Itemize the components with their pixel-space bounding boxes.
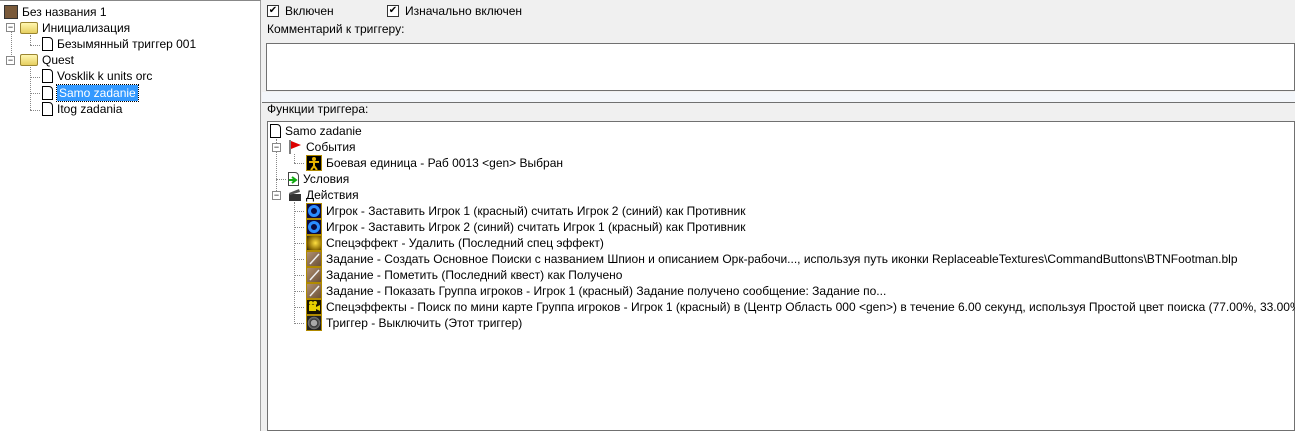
trigger-label: Itog zadania (57, 102, 123, 116)
conditions-label: Условия (303, 172, 350, 186)
unit-icon (306, 155, 322, 171)
enabled-label: Включен (285, 4, 334, 18)
folder-label: Quest (42, 53, 75, 67)
map-icon (4, 5, 18, 19)
event-item[interactable]: Боевая единица - Раб 0013 <gen> Выбран (306, 155, 563, 171)
quest-quill-icon (306, 267, 322, 283)
document-icon (42, 102, 53, 116)
actions-node[interactable]: Действия (288, 187, 359, 203)
gear-icon (306, 315, 322, 331)
folder-init[interactable]: Инициализация (20, 20, 130, 36)
action-item[interactable]: Игрок - Заставить Игрок 2 (синий) считат… (306, 219, 746, 235)
trigger-label: Samo zadanie (56, 84, 139, 102)
trigger-name: Samo zadanie (285, 124, 362, 138)
document-icon (42, 37, 53, 51)
action-item[interactable]: Спецэффекты - Поиск по мини карте Группа… (306, 299, 1295, 315)
action-item[interactable]: Спецэффект - Удалить (Последний спец эфф… (306, 235, 604, 251)
action-text: Спецэффект - Удалить (Последний спец эфф… (326, 236, 604, 250)
trigger-label: Vosklik k units orc (57, 69, 153, 83)
collapse-icon[interactable]: − (272, 191, 281, 200)
action-text: Игрок - Заставить Игрок 2 (синий) считат… (326, 220, 746, 234)
folder-icon (20, 54, 38, 66)
action-text: Спецэффекты - Поиск по мини карте Группа… (326, 300, 1295, 314)
player-icon (306, 219, 322, 235)
action-text: Триггер - Выключить (Этот триггер) (326, 316, 523, 330)
special-effect-icon (306, 235, 322, 251)
tree-root[interactable]: Без названия 1 (4, 4, 107, 20)
document-icon (42, 69, 53, 83)
action-item[interactable]: Задание - Создать Основное Поиски с назв… (306, 251, 1238, 267)
trigger-item[interactable]: Vosklik k units orc (42, 68, 152, 84)
condition-arrow-icon (288, 172, 299, 186)
conditions-node[interactable]: Условия (288, 171, 349, 187)
collapse-icon[interactable]: − (272, 143, 281, 152)
action-item[interactable]: Триггер - Выключить (Этот триггер) (306, 315, 522, 331)
functions-label: Функции триггера: (267, 102, 369, 116)
collapse-icon[interactable]: − (6, 56, 15, 65)
collapse-icon[interactable]: − (6, 23, 15, 32)
quest-quill-icon (306, 283, 322, 299)
trigger-label: Безымянный триггер 001 (57, 37, 197, 51)
checkmark-icon: ✔ (267, 5, 279, 17)
document-icon (42, 86, 53, 100)
initially-on-checkbox[interactable]: ✔ Изначально включен (387, 3, 522, 19)
action-text: Игрок - Заставить Игрок 1 (красный) счит… (326, 204, 746, 218)
action-item[interactable]: Задание - Показать Группа игроков - Игро… (306, 283, 886, 299)
red-flag-icon (288, 140, 302, 154)
quest-quill-icon (306, 251, 322, 267)
trigger-item-selected[interactable]: Samo zadanie (42, 84, 139, 102)
checkmark-icon: ✔ (387, 5, 399, 17)
comment-label: Комментарий к триггеру: (267, 22, 405, 36)
event-text: Боевая единица - Раб 0013 <gen> Выбран (326, 156, 563, 170)
functions-tree: Samo zadanie − События Боевая единица - … (267, 121, 1295, 431)
actions-label: Действия (306, 188, 359, 202)
action-text: Задание - Пометить (Последний квест) как… (326, 268, 623, 282)
clapperboard-icon (288, 188, 302, 202)
events-label: События (306, 140, 356, 154)
folder-icon (20, 22, 38, 34)
trigger-root[interactable]: Samo zadanie (270, 123, 362, 139)
folder-quest[interactable]: Quest (20, 52, 74, 68)
document-icon (270, 124, 281, 138)
trigger-list-panel: Без названия 1 − Инициализация Безымянны… (0, 0, 261, 431)
splitter[interactable] (262, 92, 1295, 103)
player-icon (306, 203, 322, 219)
trigger-item[interactable]: Безымянный триггер 001 (42, 36, 196, 52)
action-text: Задание - Создать Основное Поиски с назв… (326, 252, 1238, 266)
folder-label: Инициализация (42, 21, 131, 35)
camera-icon (306, 299, 322, 315)
initially-on-label: Изначально включен (405, 4, 523, 18)
action-item[interactable]: Задание - Пометить (Последний квест) как… (306, 267, 622, 283)
events-node[interactable]: События (288, 139, 356, 155)
action-item[interactable]: Игрок - Заставить Игрок 1 (красный) счит… (306, 203, 746, 219)
action-text: Задание - Показать Группа игроков - Игро… (326, 284, 887, 298)
root-label: Без названия 1 (22, 5, 107, 19)
trigger-item[interactable]: Itog zadania (42, 101, 122, 117)
enabled-checkbox[interactable]: ✔ Включен (267, 3, 334, 19)
comment-textarea[interactable] (266, 43, 1295, 91)
